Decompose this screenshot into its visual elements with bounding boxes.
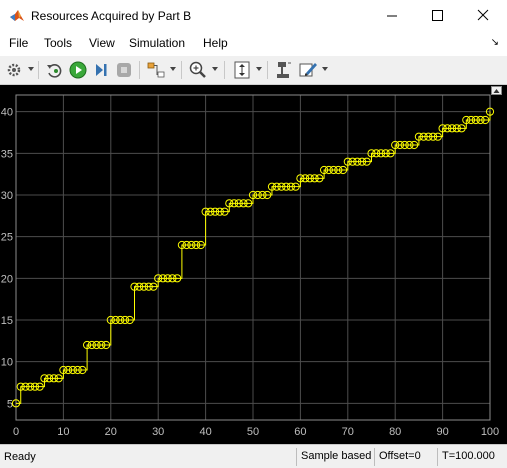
- stop-button[interactable]: [113, 59, 135, 81]
- status-sample-mode: Sample based: [296, 448, 374, 466]
- status-bar: Ready Sample based Offset=0 T=100.000: [0, 444, 507, 468]
- step-forward-button[interactable]: [90, 59, 112, 81]
- style-dropdown-icon[interactable]: [322, 67, 328, 71]
- minimize-icon: [387, 15, 397, 17]
- highlight-dropdown-icon[interactable]: [170, 67, 176, 71]
- x-tick-label: 10: [57, 426, 69, 438]
- run-button[interactable]: [67, 59, 89, 81]
- zoom-button[interactable]: [187, 59, 209, 81]
- highlight-signal-icon: [147, 62, 165, 78]
- restore-defaults-icon: [47, 64, 62, 78]
- settings-button[interactable]: [3, 59, 25, 81]
- gear-icon: [7, 63, 21, 77]
- y-tick-label: 35: [1, 148, 13, 160]
- menu-bar: File Tools View Simulation Help ↘: [0, 32, 507, 56]
- cursor-measurements-icon: [277, 62, 291, 78]
- scale-axes-icon: [234, 61, 250, 79]
- style-icon: [299, 63, 317, 77]
- maximize-axes-icon: [493, 89, 500, 93]
- scope-display[interactable]: 0 10 20 30 40 50 60 70 80 90 100 5 10 15 20 25 30 35 40: [0, 85, 507, 444]
- x-tick-label: 70: [342, 426, 354, 438]
- zoom-icon: [189, 61, 206, 78]
- menu-help[interactable]: Help: [203, 36, 228, 50]
- status-ready: Ready: [4, 451, 36, 463]
- close-icon: [477, 9, 489, 21]
- restore-defaults-button[interactable]: [44, 59, 66, 81]
- settings-dropdown-icon[interactable]: [28, 67, 34, 71]
- close-button[interactable]: [460, 0, 506, 32]
- menu-view[interactable]: View: [89, 36, 115, 50]
- zoom-dropdown-icon[interactable]: [212, 67, 218, 71]
- x-tick-label: 100: [481, 426, 499, 438]
- x-tick-label: 20: [105, 426, 117, 438]
- y-tick-label: 30: [1, 190, 13, 202]
- scale-axes-button[interactable]: [231, 59, 253, 81]
- stop-icon: [117, 63, 131, 77]
- maximize-axes-button[interactable]: [491, 86, 502, 95]
- scale-dropdown-icon[interactable]: [256, 67, 262, 71]
- toolbar: [0, 56, 507, 85]
- x-tick-label: 60: [294, 426, 306, 438]
- menu-file[interactable]: File: [9, 36, 28, 50]
- toolbar-collapse-icon[interactable]: ↘: [491, 37, 499, 48]
- step-forward-icon: [96, 64, 107, 76]
- matlab-logo-icon: [10, 10, 24, 21]
- x-tick-label: 0: [13, 426, 19, 438]
- y-tick-label: 40: [1, 107, 13, 119]
- menu-tools[interactable]: Tools: [44, 36, 72, 50]
- status-offset: Offset=0: [374, 448, 437, 466]
- x-tick-label: 80: [389, 426, 401, 438]
- minimize-button[interactable]: [369, 0, 415, 32]
- title-bar: Resources Acquired by Part B: [0, 0, 507, 32]
- cursor-measurements-button[interactable]: [273, 59, 295, 81]
- run-icon: [69, 61, 87, 79]
- highlight-signal-button[interactable]: [145, 59, 167, 81]
- y-tick-label: 15: [1, 315, 13, 327]
- x-tick-label: 90: [436, 426, 448, 438]
- y-tick-label: 25: [1, 232, 13, 244]
- maximize-button[interactable]: [414, 0, 460, 32]
- x-tick-label: 40: [199, 426, 211, 438]
- x-tick-label: 30: [152, 426, 164, 438]
- status-time: T=100.000: [437, 448, 507, 466]
- maximize-icon: [432, 10, 443, 21]
- menu-simulation[interactable]: Simulation: [129, 36, 185, 50]
- style-button[interactable]: [297, 59, 319, 81]
- window-title: Resources Acquired by Part B: [31, 9, 192, 23]
- x-tick-label: 50: [247, 426, 259, 438]
- y-tick-label: 10: [1, 357, 13, 369]
- y-tick-label: 20: [1, 273, 13, 285]
- scope-plot: 0 10 20 30 40 50 60 70 80 90 100510152025303540: [1, 94, 499, 438]
